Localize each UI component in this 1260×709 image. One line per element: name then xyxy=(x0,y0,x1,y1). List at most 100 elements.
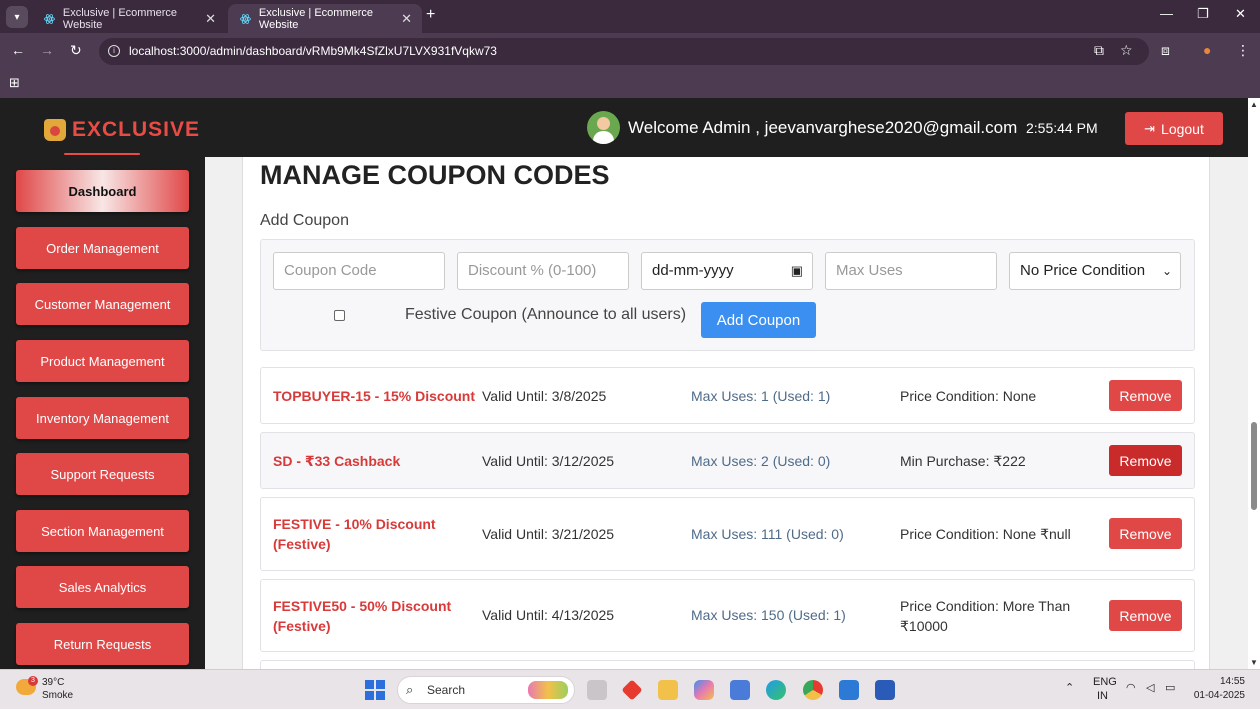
sidebar-item-customer-management[interactable]: Customer Management xyxy=(16,283,189,325)
scroll-up-icon[interactable]: ▲ xyxy=(1250,100,1258,109)
site-info-icon[interactable]: i xyxy=(108,45,120,57)
word-icon[interactable] xyxy=(875,680,895,700)
date-placeholder: dd-mm-yyyy xyxy=(652,262,734,279)
calendar-icon[interactable]: ▣ xyxy=(791,253,803,289)
tab-list-button[interactable]: ▾ xyxy=(6,6,28,28)
search-icon: ⌕ xyxy=(406,682,414,697)
expiry-date-input[interactable]: dd-mm-yyyy ▣ xyxy=(641,252,813,290)
logo[interactable]: EXCLUSIVE xyxy=(44,118,200,142)
max-uses-input[interactable]: Max Uses xyxy=(825,252,997,290)
app-header: EXCLUSIVE Welcome Admin , jeevanvarghese… xyxy=(0,98,1248,157)
logout-icon: ⇥ xyxy=(1144,120,1156,136)
bookmarks-bar: ⊞ xyxy=(0,70,1260,98)
taskbar-time[interactable]: 14:55 xyxy=(1205,676,1245,687)
logo-underline xyxy=(64,153,140,155)
remove-coupon-button[interactable]: Remove xyxy=(1109,518,1182,549)
price-condition-select[interactable]: No Price Condition ⌄ xyxy=(1009,252,1181,290)
coupon-panel: MANAGE COUPON CODES Add Coupon Coupon Co… xyxy=(242,157,1210,669)
scrollbar-thumb[interactable] xyxy=(1251,422,1257,510)
reload-icon[interactable]: ↻ xyxy=(70,42,82,59)
coupon-max-uses: Max Uses: 111 (Used: 0) xyxy=(691,526,844,542)
menu-icon[interactable]: ⋮ xyxy=(1236,42,1250,59)
edge-icon[interactable] xyxy=(766,680,786,700)
coupon-price-condition: Price Condition: More Than ₹10000 xyxy=(900,598,1071,634)
coupon-title: SD - ₹33 Cashback xyxy=(273,453,401,469)
tab-title: Exclusive | Ecommerce Website xyxy=(62,6,177,31)
sidebar-item-sales-analytics[interactable]: Sales Analytics xyxy=(16,566,189,608)
microsoft-store-icon[interactable] xyxy=(730,680,750,700)
coupon-price-condition: Price Condition: None ₹null xyxy=(900,526,1071,542)
taskbar-date[interactable]: 01-04-2025 xyxy=(1189,690,1245,701)
taskbar: 3 39°C Smoke ⌕ Search ⌃ ENG IN ◠ ◁ ▭ 14:… xyxy=(0,669,1260,709)
coupon-row xyxy=(260,660,1195,669)
flowers-search-highlight-icon xyxy=(528,681,568,699)
language-text[interactable]: ENG xyxy=(1093,676,1117,688)
bookmark-star-icon[interactable]: ☆ xyxy=(1120,42,1133,59)
sidebar-item-order-management[interactable]: Order Management xyxy=(16,227,189,269)
browser-tab-1[interactable]: Exclusive | Ecommerce Website ✕ xyxy=(32,4,226,33)
close-tab-icon[interactable]: ✕ xyxy=(401,11,412,27)
chrome-icon[interactable] xyxy=(803,680,823,700)
taskbar-search[interactable]: ⌕ Search xyxy=(397,676,575,704)
welcome-text: Welcome Admin , jeevanvarghese2020@gmail… xyxy=(628,118,1018,137)
sidebar-item-support-requests[interactable]: Support Requests xyxy=(16,453,189,495)
scroll-down-icon[interactable]: ▼ xyxy=(1250,658,1258,667)
page-scrollbar[interactable]: ▲ ▼ xyxy=(1248,98,1260,669)
task-view-icon[interactable] xyxy=(587,680,607,700)
apps-grid-icon[interactable]: ⊞ xyxy=(9,75,20,91)
windows-start-icon[interactable] xyxy=(365,680,385,700)
extensions-icon[interactable]: ⧈ xyxy=(1161,42,1170,59)
coupon-code-input[interactable]: Coupon Code xyxy=(273,252,445,290)
sidebar-item-return-requests[interactable]: Return Requests xyxy=(16,623,189,665)
festive-label: Festive Coupon (Announce to all users) xyxy=(405,306,687,323)
coupon-row: FESTIVE - 10% Discount (Festive) Valid U… xyxy=(260,497,1195,571)
file-explorer-icon[interactable] xyxy=(658,680,678,700)
sidebar-item-product-management[interactable]: Product Management xyxy=(16,340,189,382)
add-coupon-form: Coupon Code Discount % (0-100) dd-mm-yyy… xyxy=(260,239,1195,351)
search-label: Search xyxy=(427,683,466,697)
new-tab-icon[interactable]: + xyxy=(426,6,435,24)
volume-icon[interactable]: ◁ xyxy=(1146,681,1154,694)
sidebar-item-section-management[interactable]: Section Management xyxy=(16,510,189,552)
remove-coupon-button[interactable]: Remove xyxy=(1109,445,1182,476)
office-app-icon[interactable] xyxy=(621,679,643,701)
forward-icon[interactable]: → xyxy=(40,42,54,58)
coupon-max-uses: Max Uses: 1 (Used: 1) xyxy=(691,388,831,404)
browser-tab-2[interactable]: Exclusive | Ecommerce Website ✕ xyxy=(228,4,422,33)
url-text: localhost:3000/admin/dashboard/vRMb9Mk4S… xyxy=(129,44,497,58)
copilot-icon[interactable] xyxy=(694,680,714,700)
react-icon xyxy=(44,13,55,24)
url-field[interactable]: i localhost:3000/admin/dashboard/vRMb9Mk… xyxy=(99,38,1149,65)
remove-coupon-button[interactable]: Remove xyxy=(1109,380,1182,411)
sidebar-item-inventory-management[interactable]: Inventory Management xyxy=(16,397,189,439)
coupon-valid-until: Valid Until: 4/13/2025 xyxy=(482,607,615,623)
weather-desc: Smoke xyxy=(42,690,74,701)
page-title: MANAGE COUPON CODES xyxy=(260,160,610,190)
react-icon xyxy=(240,13,251,24)
sidebar-item-dashboard[interactable]: Dashboard xyxy=(16,170,189,212)
tab-title: Exclusive | Ecommerce Website xyxy=(258,6,373,31)
restore-icon[interactable]: ❐ xyxy=(1197,6,1209,22)
add-coupon-heading: Add Coupon xyxy=(260,212,349,229)
install-app-icon[interactable]: ⧉ xyxy=(1094,42,1104,59)
chevron-up-icon[interactable]: ⌃ xyxy=(1065,681,1074,694)
wifi-icon[interactable]: ◠ xyxy=(1126,681,1136,694)
discount-input[interactable]: Discount % (0-100) xyxy=(457,252,629,290)
vscode-icon[interactable] xyxy=(839,680,859,700)
sidebar: Dashboard Order Management Customer Mana… xyxy=(0,157,205,669)
festive-checkbox[interactable] xyxy=(334,310,345,321)
remove-coupon-button[interactable]: Remove xyxy=(1109,600,1182,631)
add-coupon-button[interactable]: Add Coupon xyxy=(701,302,816,338)
coupon-title: TOPBUYER-15 - 15% Discount xyxy=(273,388,476,404)
minimize-icon[interactable]: — xyxy=(1160,6,1173,21)
window-close-icon[interactable]: ✕ xyxy=(1235,6,1246,22)
logo-text: EXCLUSIVE xyxy=(72,118,201,141)
back-icon[interactable]: ← xyxy=(11,42,25,58)
coupon-price-condition: Min Purchase: ₹222 xyxy=(900,453,1026,469)
logout-button[interactable]: ⇥ Logout xyxy=(1125,112,1223,145)
logout-label: Logout xyxy=(1161,120,1204,137)
profile-icon[interactable]: ● xyxy=(1203,42,1211,58)
coupon-valid-until: Valid Until: 3/21/2025 xyxy=(482,526,615,542)
battery-icon[interactable]: ▭ xyxy=(1165,681,1175,694)
close-tab-icon[interactable]: ✕ xyxy=(205,11,216,27)
